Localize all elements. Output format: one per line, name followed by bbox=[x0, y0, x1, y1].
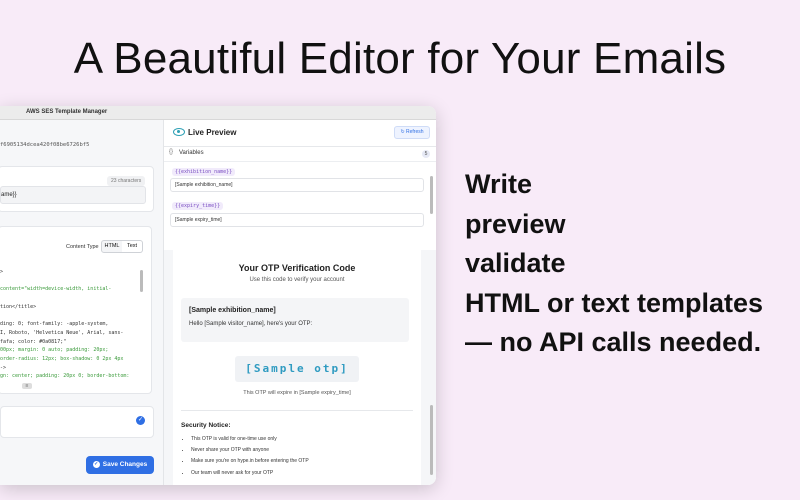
greeting-box: [Sample exhibition_name] Hello [Sample v… bbox=[181, 298, 409, 342]
code-scrollbar[interactable] bbox=[140, 270, 143, 292]
app-window: AWS SES Template Manager f6905134dcea420… bbox=[0, 106, 436, 485]
email-title: Your OTP Verification Code bbox=[238, 263, 356, 273]
preview-title: Live Preview bbox=[188, 128, 237, 137]
template-id: f6905134dcea420f08be6726bf5 bbox=[0, 142, 90, 148]
code-line: -> bbox=[0, 364, 7, 371]
feature-item: — no API calls needed. bbox=[465, 327, 762, 357]
security-list: This OTP is valid for one-time use only … bbox=[183, 434, 309, 479]
check-circle-icon: ✓ bbox=[92, 460, 100, 468]
variable-value: [Sample expiry_time] bbox=[175, 217, 222, 223]
content-type-label: Content Type bbox=[66, 244, 99, 250]
email-preview-area: Your OTP Verification Code Use this code… bbox=[164, 250, 436, 485]
code-line: I, Roboto, 'Helvetica Neue', Arial, sans… bbox=[0, 329, 124, 336]
variables-label: Variables bbox=[179, 150, 204, 156]
preview-header: Live Preview ↻ Refresh bbox=[164, 120, 436, 147]
code-line: order-radius: 12px; box-shadow: 0 2px 4p… bbox=[0, 356, 124, 363]
otp-expiry: This OTP will expire in [Sample expiry_t… bbox=[243, 390, 351, 396]
greeting-text: Hello [Sample visitor_name], here's your… bbox=[189, 321, 313, 327]
subject-input[interactable]: ame}} bbox=[0, 186, 146, 204]
variables-header[interactable]: {} Variables 5 bbox=[164, 147, 436, 162]
content-type-html[interactable]: HTML bbox=[101, 240, 123, 253]
code-line: fafa; color: #0a0817;" bbox=[0, 338, 67, 345]
code-line: > bbox=[0, 269, 4, 275]
email-preview: Your OTP Verification Code Use this code… bbox=[173, 250, 421, 485]
security-heading: Security Notice: bbox=[181, 422, 231, 429]
title-bar[interactable]: AWS SES Template Manager bbox=[0, 106, 436, 120]
otp-code: [Sample otp] bbox=[235, 356, 359, 382]
list-item: This OTP is valid for one-time use only bbox=[191, 434, 309, 445]
feature-item: validate bbox=[465, 248, 566, 278]
variable-tag: {{exhibition_name}} bbox=[172, 168, 236, 176]
headline: A Beautiful Editor for Your Emails bbox=[73, 34, 727, 83]
feature-item: Write bbox=[465, 169, 533, 199]
refresh-label: Refresh bbox=[406, 129, 424, 135]
email-subtitle: Use this code to verify your account bbox=[249, 277, 345, 283]
variables-count-badge: 5 bbox=[422, 150, 430, 158]
greeting-heading: [Sample exhibition_name] bbox=[189, 307, 276, 314]
refresh-button[interactable]: ↻ Refresh bbox=[394, 126, 430, 139]
code-line: gn: center; padding: 20px 0; border-bott… bbox=[0, 373, 130, 380]
resize-handle-icon[interactable]: ≡ bbox=[22, 383, 32, 389]
list-item: Make sure you're on hype.in before enter… bbox=[191, 456, 309, 467]
save-button[interactable]: ✓ Save Changes bbox=[86, 456, 154, 474]
code-line: content="width=device-width, initial- bbox=[0, 286, 112, 293]
code-line: ding: 0; font-family: -apple-system, bbox=[0, 321, 109, 328]
editor-pane: f6905134dcea420f08be6726bf5 23 character… bbox=[0, 120, 164, 485]
braces-icon: {} bbox=[169, 149, 174, 155]
code-editor[interactable]: > content="width=device-width, initial- … bbox=[0, 268, 140, 382]
window-title: AWS SES Template Manager bbox=[26, 109, 108, 115]
list-item: Our team will never ask for your OTP bbox=[191, 468, 309, 479]
divider bbox=[181, 410, 413, 411]
variable-tag: {{expiry_time}} bbox=[172, 202, 224, 210]
feature-item: HTML or text templates bbox=[465, 287, 764, 318]
option-card: ✓ bbox=[0, 406, 154, 438]
variable-input[interactable]: [Sample exhibition_name] bbox=[170, 178, 424, 192]
feature-item: preview bbox=[465, 208, 566, 239]
variables-scrollbar[interactable] bbox=[430, 176, 433, 214]
list-item: Never share your OTP with anyone bbox=[191, 445, 309, 456]
preview-scrollbar[interactable] bbox=[430, 405, 433, 475]
preview-pane: Live Preview ↻ Refresh {} Variables 5 {{… bbox=[164, 120, 436, 485]
content-type-text[interactable]: Text bbox=[122, 240, 143, 253]
code-line: 00px; margin: 0 auto; padding: 20px; bbox=[0, 347, 109, 354]
feature-list: Write preview validate HTML or text temp… bbox=[465, 165, 763, 363]
code-line: tion</title> bbox=[0, 303, 37, 310]
character-count-badge: 23 characters bbox=[107, 176, 146, 186]
variable-input[interactable]: [Sample expiry_time] bbox=[170, 213, 424, 227]
check-icon[interactable]: ✓ bbox=[136, 416, 145, 425]
save-button-label: Save Changes bbox=[102, 461, 148, 468]
eye-icon bbox=[173, 128, 185, 136]
variable-value: [Sample exhibition_name] bbox=[175, 182, 233, 188]
